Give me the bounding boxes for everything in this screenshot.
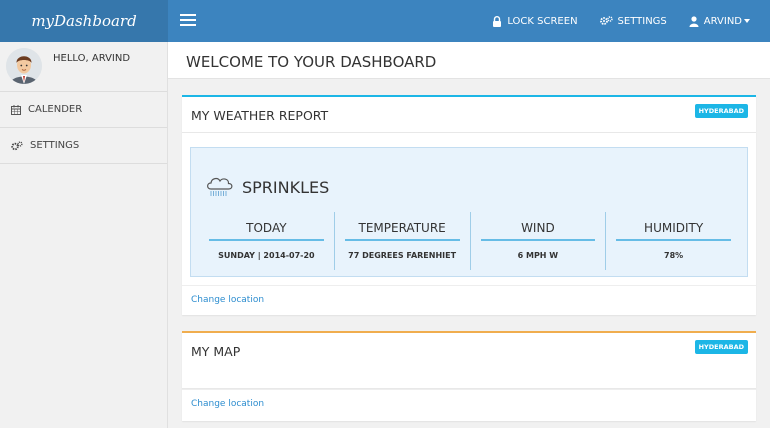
panel-title: MY MAP (191, 344, 241, 359)
stat-header: TEMPERATURE (344, 221, 460, 241)
panel-title: MY WEATHER REPORT (191, 108, 329, 123)
stat-humidity: HUMIDITY 78% (605, 212, 741, 270)
gears-icon (11, 140, 23, 150)
navbar-right: LOCK SCREEN SETTINGS ARVIND (470, 0, 750, 42)
stat-wind: WIND 6 MPH W (469, 212, 606, 270)
lock-icon (493, 15, 502, 27)
calendar-icon (11, 104, 21, 115)
location-badge: HYDERABAD (694, 340, 748, 354)
weather-panel: MY WEATHER REPORT HYDERABAD SPRINKLES TO… (182, 95, 756, 315)
stat-today: TODAY SUNDAY | 2014-07-20 (199, 212, 334, 270)
stat-value: 6 MPH W (517, 251, 559, 260)
chevron-down-icon (744, 19, 750, 23)
stat-value: 78% (664, 251, 684, 260)
map-panel: MY MAP HYDERABAD Change location (182, 331, 756, 421)
panel-footer: Change location (182, 285, 756, 315)
stat-header: HUMIDITY (616, 221, 731, 241)
stat-value: 77 DEGREES FARENHIET (348, 251, 457, 260)
panel-header: MY MAP HYDERABAD (182, 333, 756, 389)
page-header: WELCOME TO YOUR DASHBOARD (168, 42, 770, 79)
sidebar-item-settings[interactable]: SETTINGS (0, 128, 167, 164)
gears-icon (599, 16, 613, 25)
sidebar-item-calender[interactable]: CALENDER (0, 92, 167, 128)
condition-text: SPRINKLES (242, 177, 330, 197)
user-menu[interactable]: ARVIND (689, 16, 750, 27)
user-icon (689, 15, 699, 27)
stat-temperature: TEMPERATURE 77 DEGREES FARENHIET (333, 212, 470, 270)
lock-screen-link[interactable]: LOCK SCREEN (492, 15, 578, 27)
weather-condition: SPRINKLES (205, 175, 329, 199)
change-location-link[interactable]: Change location (191, 399, 264, 409)
lock-screen-label: LOCK SCREEN (507, 15, 578, 27)
brand-logo[interactable]: myDashboard (0, 0, 168, 42)
weather-report-box: SPRINKLES TODAY SUNDAY | 2014-07-20 TEMP… (190, 147, 748, 277)
panel-header: MY WEATHER REPORT HYDERABAD (182, 97, 756, 133)
weather-stats: TODAY SUNDAY | 2014-07-20 TEMPERATURE 77… (199, 212, 741, 270)
greeting: HELLO, ARVIND (53, 53, 131, 64)
settings-link[interactable]: SETTINGS (599, 15, 667, 27)
menu-toggle-icon[interactable] (180, 14, 196, 27)
stat-header: TODAY (209, 221, 324, 241)
change-location-link[interactable]: Change location (191, 295, 264, 305)
top-navbar: myDashboard LOCK SCREEN SETTINGS ARVIND (0, 0, 770, 42)
page-title: WELCOME TO YOUR DASHBOARD (186, 53, 437, 71)
stat-value: SUNDAY | 2014-07-20 (218, 251, 315, 260)
sidebar-item-label: CALENDER (28, 104, 83, 115)
user-profile: HELLO, ARVIND (0, 42, 167, 92)
rain-cloud-icon (207, 177, 233, 196)
panel-footer: Change location (182, 389, 756, 421)
location-badge: HYDERABAD (694, 104, 748, 118)
stat-header: WIND (480, 221, 596, 241)
avatar (6, 48, 42, 84)
user-name: ARVIND (703, 15, 742, 27)
sidebar-item-label: SETTINGS (30, 140, 80, 151)
sidebar: HELLO, ARVIND CALENDER SETTINGS (0, 42, 168, 428)
settings-label: SETTINGS (617, 15, 667, 27)
